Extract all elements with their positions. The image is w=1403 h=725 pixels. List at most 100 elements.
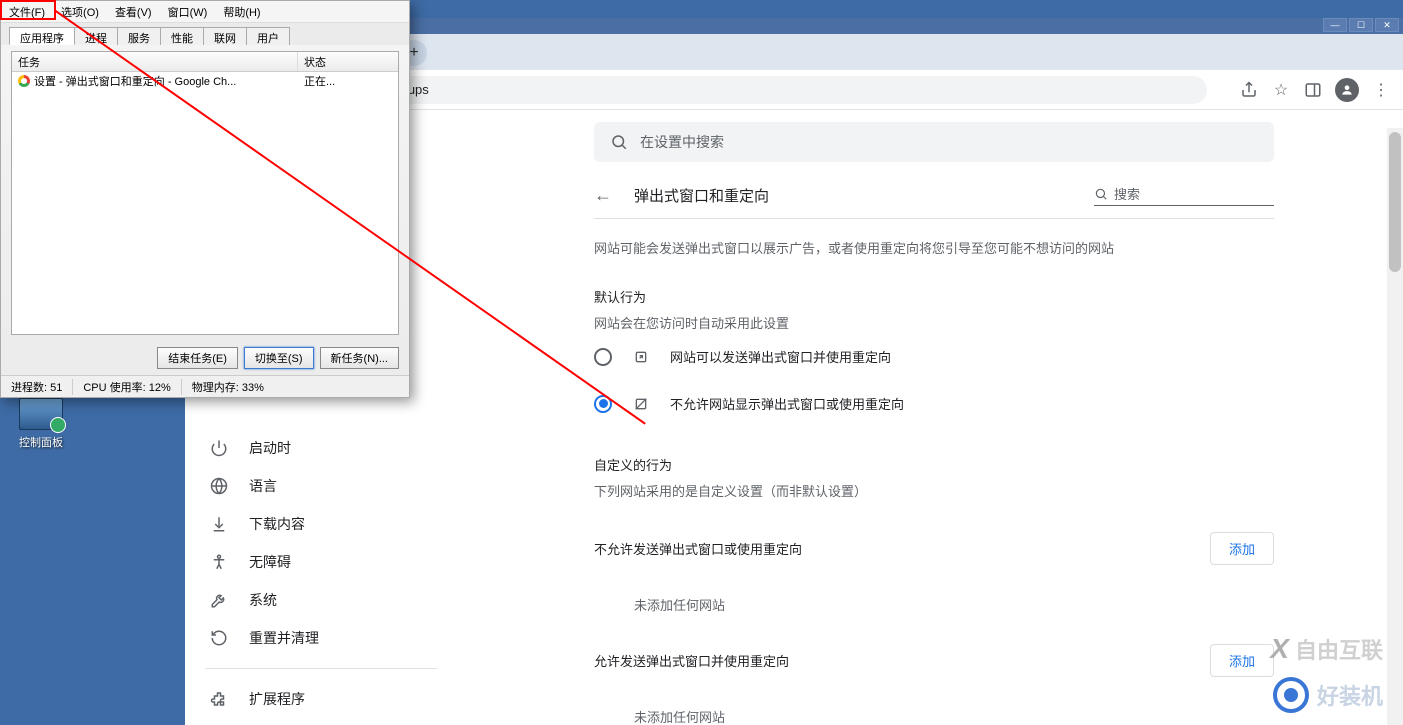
list-body: 设置 - 弹出式窗口和重定向 - Google Ch... 正在... (12, 72, 398, 334)
sidebar-label: 语言 (249, 476, 277, 496)
menu-file[interactable]: 文件(F) (1, 4, 53, 20)
page-title: 弹出式窗口和重定向 (634, 185, 1074, 206)
settings-sidebar: 启动时 语言 下载内容 无障碍 系统 重置并清理 (185, 422, 465, 725)
menubar: 文件(F) 选项(O) 查看(V) 窗口(W) 帮助(H) (1, 1, 409, 23)
tab-users[interactable]: 用户 (246, 27, 290, 45)
sidebar-label: 系统 (249, 590, 277, 610)
tm-button-row: 结束任务(E) 切换至(S) 新任务(N)... (1, 341, 409, 375)
allow-section-label: 允许发送弹出式窗口并使用重定向 (594, 651, 789, 670)
switch-to-button[interactable]: 切换至(S) (244, 347, 314, 369)
small-search-label: 搜索 (1114, 184, 1140, 203)
add-block-button[interactable]: 添加 (1210, 532, 1274, 565)
task-cell: 设置 - 弹出式窗口和重定向 - Google Ch... (12, 73, 298, 89)
sidebar-label: 启动时 (249, 438, 291, 458)
status-mem: 物理内存: 33% (182, 379, 274, 395)
add-allow-button[interactable]: 添加 (1210, 644, 1274, 677)
allow-empty: 未添加任何网站 (594, 687, 1274, 725)
watermark-x-icon: X (1270, 633, 1289, 665)
radio-allow-label: 网站可以发送弹出式窗口并使用重定向 (670, 347, 891, 366)
control-panel-shortcut[interactable]: 控制面板 (6, 398, 76, 450)
minimize-button[interactable]: — (1323, 18, 1347, 32)
menu-options[interactable]: 选项(O) (53, 4, 107, 20)
default-behavior-section: 默认行为 网站会在您访问时自动采用此设置 网站可以发送弹出式窗口并使用重定向 不… (594, 267, 1274, 436)
window-controls-group: — ☐ ✕ (1323, 18, 1399, 34)
menu-view[interactable]: 查看(V) (107, 4, 160, 20)
sidebar-item-extensions[interactable]: 扩展程序 (185, 681, 457, 717)
radio-allow[interactable] (594, 348, 612, 366)
radio-allow-row[interactable]: 网站可以发送弹出式窗口并使用重定向 (594, 333, 1274, 380)
radio-block[interactable] (594, 395, 612, 413)
popup-block-icon (632, 395, 650, 413)
allow-list-header: 允许发送弹出式窗口并使用重定向 添加 (594, 634, 1274, 687)
watermark-haozhuangji: 好装机 (1273, 677, 1383, 713)
share-icon[interactable] (1239, 80, 1259, 100)
page-header: ← 弹出式窗口和重定向 搜索 (594, 162, 1274, 219)
task-list: 任务 状态 设置 - 弹出式窗口和重定向 - Google Ch... 正在..… (11, 51, 399, 335)
list-header: 任务 状态 (12, 52, 398, 72)
task-row[interactable]: 设置 - 弹出式窗口和重定向 - Google Ch... 正在... (12, 72, 398, 90)
power-icon (209, 438, 229, 458)
tab-services[interactable]: 服务 (117, 27, 161, 45)
tab-networking[interactable]: 联网 (203, 27, 247, 45)
watermark1-text: 自由互联 (1295, 633, 1383, 665)
control-panel-label: 控制面板 (6, 434, 76, 450)
intro-text: 网站可能会发送弹出式窗口以展示广告，或者使用重定向将您引导至您可能不想访问的网站 (594, 239, 1274, 259)
block-empty: 未添加任何网站 (594, 575, 1274, 634)
new-task-button[interactable]: 新任务(N)... (320, 347, 399, 369)
sidebar-item-accessibility[interactable]: 无障碍 (185, 544, 457, 580)
menu-window[interactable]: 窗口(W) (160, 4, 216, 20)
task-status: 正在... (298, 73, 398, 89)
chrome-icon (18, 75, 30, 87)
tab-performance[interactable]: 性能 (160, 27, 204, 45)
status-cpu: CPU 使用率: 12% (73, 379, 181, 395)
sidebar-label: 无障碍 (249, 552, 291, 572)
profile-avatar[interactable] (1335, 78, 1359, 102)
close-button[interactable]: ✕ (1375, 18, 1399, 32)
side-panel-icon[interactable] (1303, 80, 1323, 100)
sidebar-item-reset[interactable]: 重置并清理 (185, 620, 457, 656)
sidebar-item-downloads[interactable]: 下载内容 (185, 506, 457, 542)
menu-help[interactable]: 帮助(H) (215, 4, 268, 20)
intro-section: 网站可能会发送弹出式窗口以展示广告，或者使用重定向将您引导至您可能不想访问的网站 (594, 219, 1274, 267)
block-section-label: 不允许发送弹出式窗口或使用重定向 (594, 539, 802, 558)
tm-tabs: 应用程序 进程 服务 性能 联网 用户 (1, 23, 409, 45)
custom-behavior-section: 自定义的行为 下列网站采用的是自定义设置（而非默认设置） 不允许发送弹出式窗口或… (594, 435, 1274, 725)
watermark-circle-icon (1273, 677, 1309, 713)
col-task[interactable]: 任务 (12, 52, 298, 71)
col-status[interactable]: 状态 (298, 52, 398, 71)
bookmark-star-icon[interactable]: ☆ (1271, 80, 1291, 100)
sidebar-label: 重置并清理 (249, 628, 319, 648)
status-processes: 进程数: 51 (1, 379, 73, 395)
watermark2-text: 好装机 (1317, 679, 1383, 711)
tm-statusbar: 进程数: 51 CPU 使用率: 12% 物理内存: 33% (1, 375, 409, 397)
scroll-thumb[interactable] (1389, 132, 1401, 272)
settings-main: 在设置中搜索 ← 弹出式窗口和重定向 搜索 网站可能会发送弹出式窗口以展示广告，… (465, 110, 1403, 725)
back-arrow-icon[interactable]: ← (594, 185, 614, 206)
radio-block-row[interactable]: 不允许网站显示弹出式窗口或使用重定向 (594, 380, 1274, 427)
radio-block-label: 不允许网站显示弹出式窗口或使用重定向 (670, 394, 904, 413)
tab-processes[interactable]: 进程 (74, 27, 118, 45)
kebab-menu-icon[interactable]: ⋮ (1371, 80, 1391, 100)
settings-search-row: 在设置中搜索 (465, 110, 1403, 162)
sidebar-label: 下载内容 (249, 514, 305, 534)
sidebar-item-system[interactable]: 系统 (185, 582, 457, 618)
task-manager-window: 文件(F) 选项(O) 查看(V) 窗口(W) 帮助(H) 应用程序 进程 服务… (0, 0, 410, 398)
download-icon (209, 514, 229, 534)
sidebar-label: 扩展程序 (249, 689, 305, 709)
wrench-icon (209, 590, 229, 610)
sidebar-item-language[interactable]: 语言 (185, 468, 457, 504)
in-page-search[interactable]: 搜索 (1094, 184, 1274, 206)
sidebar-divider (205, 668, 437, 669)
settings-search-input[interactable]: 在设置中搜索 (594, 122, 1274, 162)
tab-applications[interactable]: 应用程序 (9, 27, 75, 45)
accessibility-icon (209, 552, 229, 572)
default-behavior-sub: 网站会在您访问时自动采用此设置 (594, 314, 1274, 334)
maximize-button[interactable]: ☐ (1349, 18, 1373, 32)
scrollbar[interactable] (1387, 128, 1403, 725)
control-panel-icon (19, 398, 63, 430)
extension-icon (209, 689, 229, 709)
end-task-button[interactable]: 结束任务(E) (157, 347, 238, 369)
sidebar-item-startup[interactable]: 启动时 (185, 430, 457, 466)
globe-icon (209, 476, 229, 496)
search-icon (610, 133, 628, 151)
